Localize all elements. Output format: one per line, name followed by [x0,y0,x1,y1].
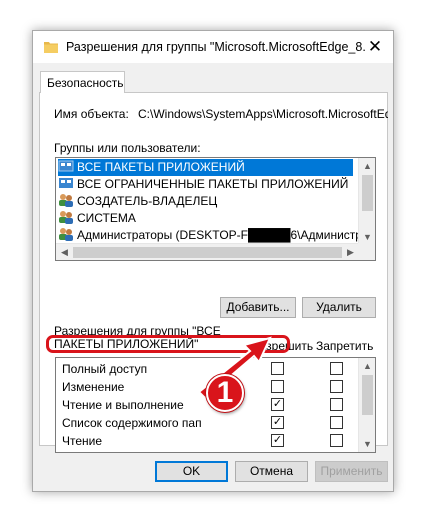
deny-checkbox[interactable] [330,416,343,429]
permission-row: Полный доступ [56,360,359,377]
allow-checkbox[interactable] [271,362,284,375]
allow-checkbox[interactable] [271,380,284,393]
tab-security[interactable]: Безопасность [40,71,125,93]
group-item-label: Администраторы (DESKTOP-F█████6\Админист… [77,228,376,242]
add-button[interactable]: Добавить... [220,297,296,318]
scroll-thumb[interactable] [362,375,373,415]
step-number-badge: 1 [206,374,244,412]
groups-list[interactable]: ВСЕ ПАКЕТЫ ПРИЛОЖЕНИЙ ВСЕ ОГРАНИЧЕННЫЕ П… [55,157,376,261]
app-package-icon [59,178,73,188]
title-bar[interactable]: Разрешения для группы "Microsoft.Microso… [33,31,393,63]
scroll-corner [358,243,375,260]
users-icon [59,228,73,241]
group-item-label: СИСТЕМА [77,211,136,225]
group-item[interactable]: ВСЕ ОГРАНИЧЕННЫЕ ПАКЕТЫ ПРИЛОЖЕНИЙ [58,176,353,193]
group-item[interactable]: СОЗДАТЕЛЬ-ВЛАДЕЛЕЦ [58,193,353,210]
scroll-up-icon[interactable]: ▲ [359,158,375,174]
permissions-dialog: Разрешения для группы "Microsoft.Microso… [32,30,394,492]
permission-label: Чтение и выполнение [62,398,184,412]
permission-label: Изменение [62,380,125,394]
object-name-value: C:\Windows\SystemApps\Microsoft.Microsof… [138,107,388,121]
permission-row: Чтение ✓ [56,432,359,449]
apply-button[interactable]: Применить [315,461,388,482]
deny-checkbox[interactable] [330,362,343,375]
group-item-label: ВСЕ ПАКЕТЫ ПРИЛОЖЕНИЙ [77,160,245,174]
remove-button[interactable]: Удалить [302,297,376,318]
object-name-label: Имя объекта: [54,107,129,121]
ok-button[interactable]: OK [155,461,228,482]
scroll-down-icon[interactable]: ▼ [359,436,375,452]
scroll-up-icon[interactable]: ▲ [359,358,375,374]
highlight-frame [46,335,290,353]
app-package-icon [58,160,74,172]
deny-checkbox[interactable] [330,398,343,411]
group-item[interactable]: ВСЕ ПАКЕТЫ ПРИЛОЖЕНИЙ [58,159,353,176]
window-title: Разрешения для группы "Microsoft.Microso… [66,40,366,54]
deny-checkbox[interactable] [330,434,343,447]
deny-header: Запретить [316,339,374,353]
group-item-label: ВСЕ ОГРАНИЧЕННЫЕ ПАКЕТЫ ПРИЛОЖЕНИЙ [77,177,349,191]
group-item-label: СОЗДАТЕЛЬ-ВЛАДЕЛЕЦ [77,194,218,208]
allow-checkbox[interactable]: ✓ [271,398,284,411]
scroll-left-icon[interactable]: ◀ [56,244,73,260]
scroll-right-icon[interactable]: ▶ [342,244,359,260]
allow-checkbox[interactable]: ✓ [271,416,284,429]
close-button[interactable]: ✕ [357,31,393,63]
users-icon [59,211,73,224]
users-icon [59,194,73,207]
group-item[interactable]: СИСТЕМА [58,210,353,227]
allow-checkbox[interactable]: ✓ [271,434,284,447]
permission-label: Чтение [62,434,103,448]
groups-vertical-scrollbar[interactable]: ▲ ▼ [358,158,375,245]
permissions-scrollbar[interactable]: ▲ ▼ [358,358,375,452]
groups-label: Группы или пользователи: [54,141,201,155]
deny-checkbox[interactable] [330,380,343,393]
group-item[interactable]: Администраторы (DESKTOP-F█████6\Админист… [58,227,375,244]
folder-icon [44,42,58,53]
permission-row: Список содержимого папки ✓ [56,414,359,431]
permission-label: Полный доступ [62,362,148,376]
cancel-button[interactable]: Отмена [235,461,308,482]
scroll-thumb[interactable] [73,247,342,258]
scroll-thumb[interactable] [362,175,373,211]
groups-horizontal-scrollbar[interactable]: ◀ ▶ [56,243,359,260]
permission-label: Список содержимого папки [62,416,202,430]
